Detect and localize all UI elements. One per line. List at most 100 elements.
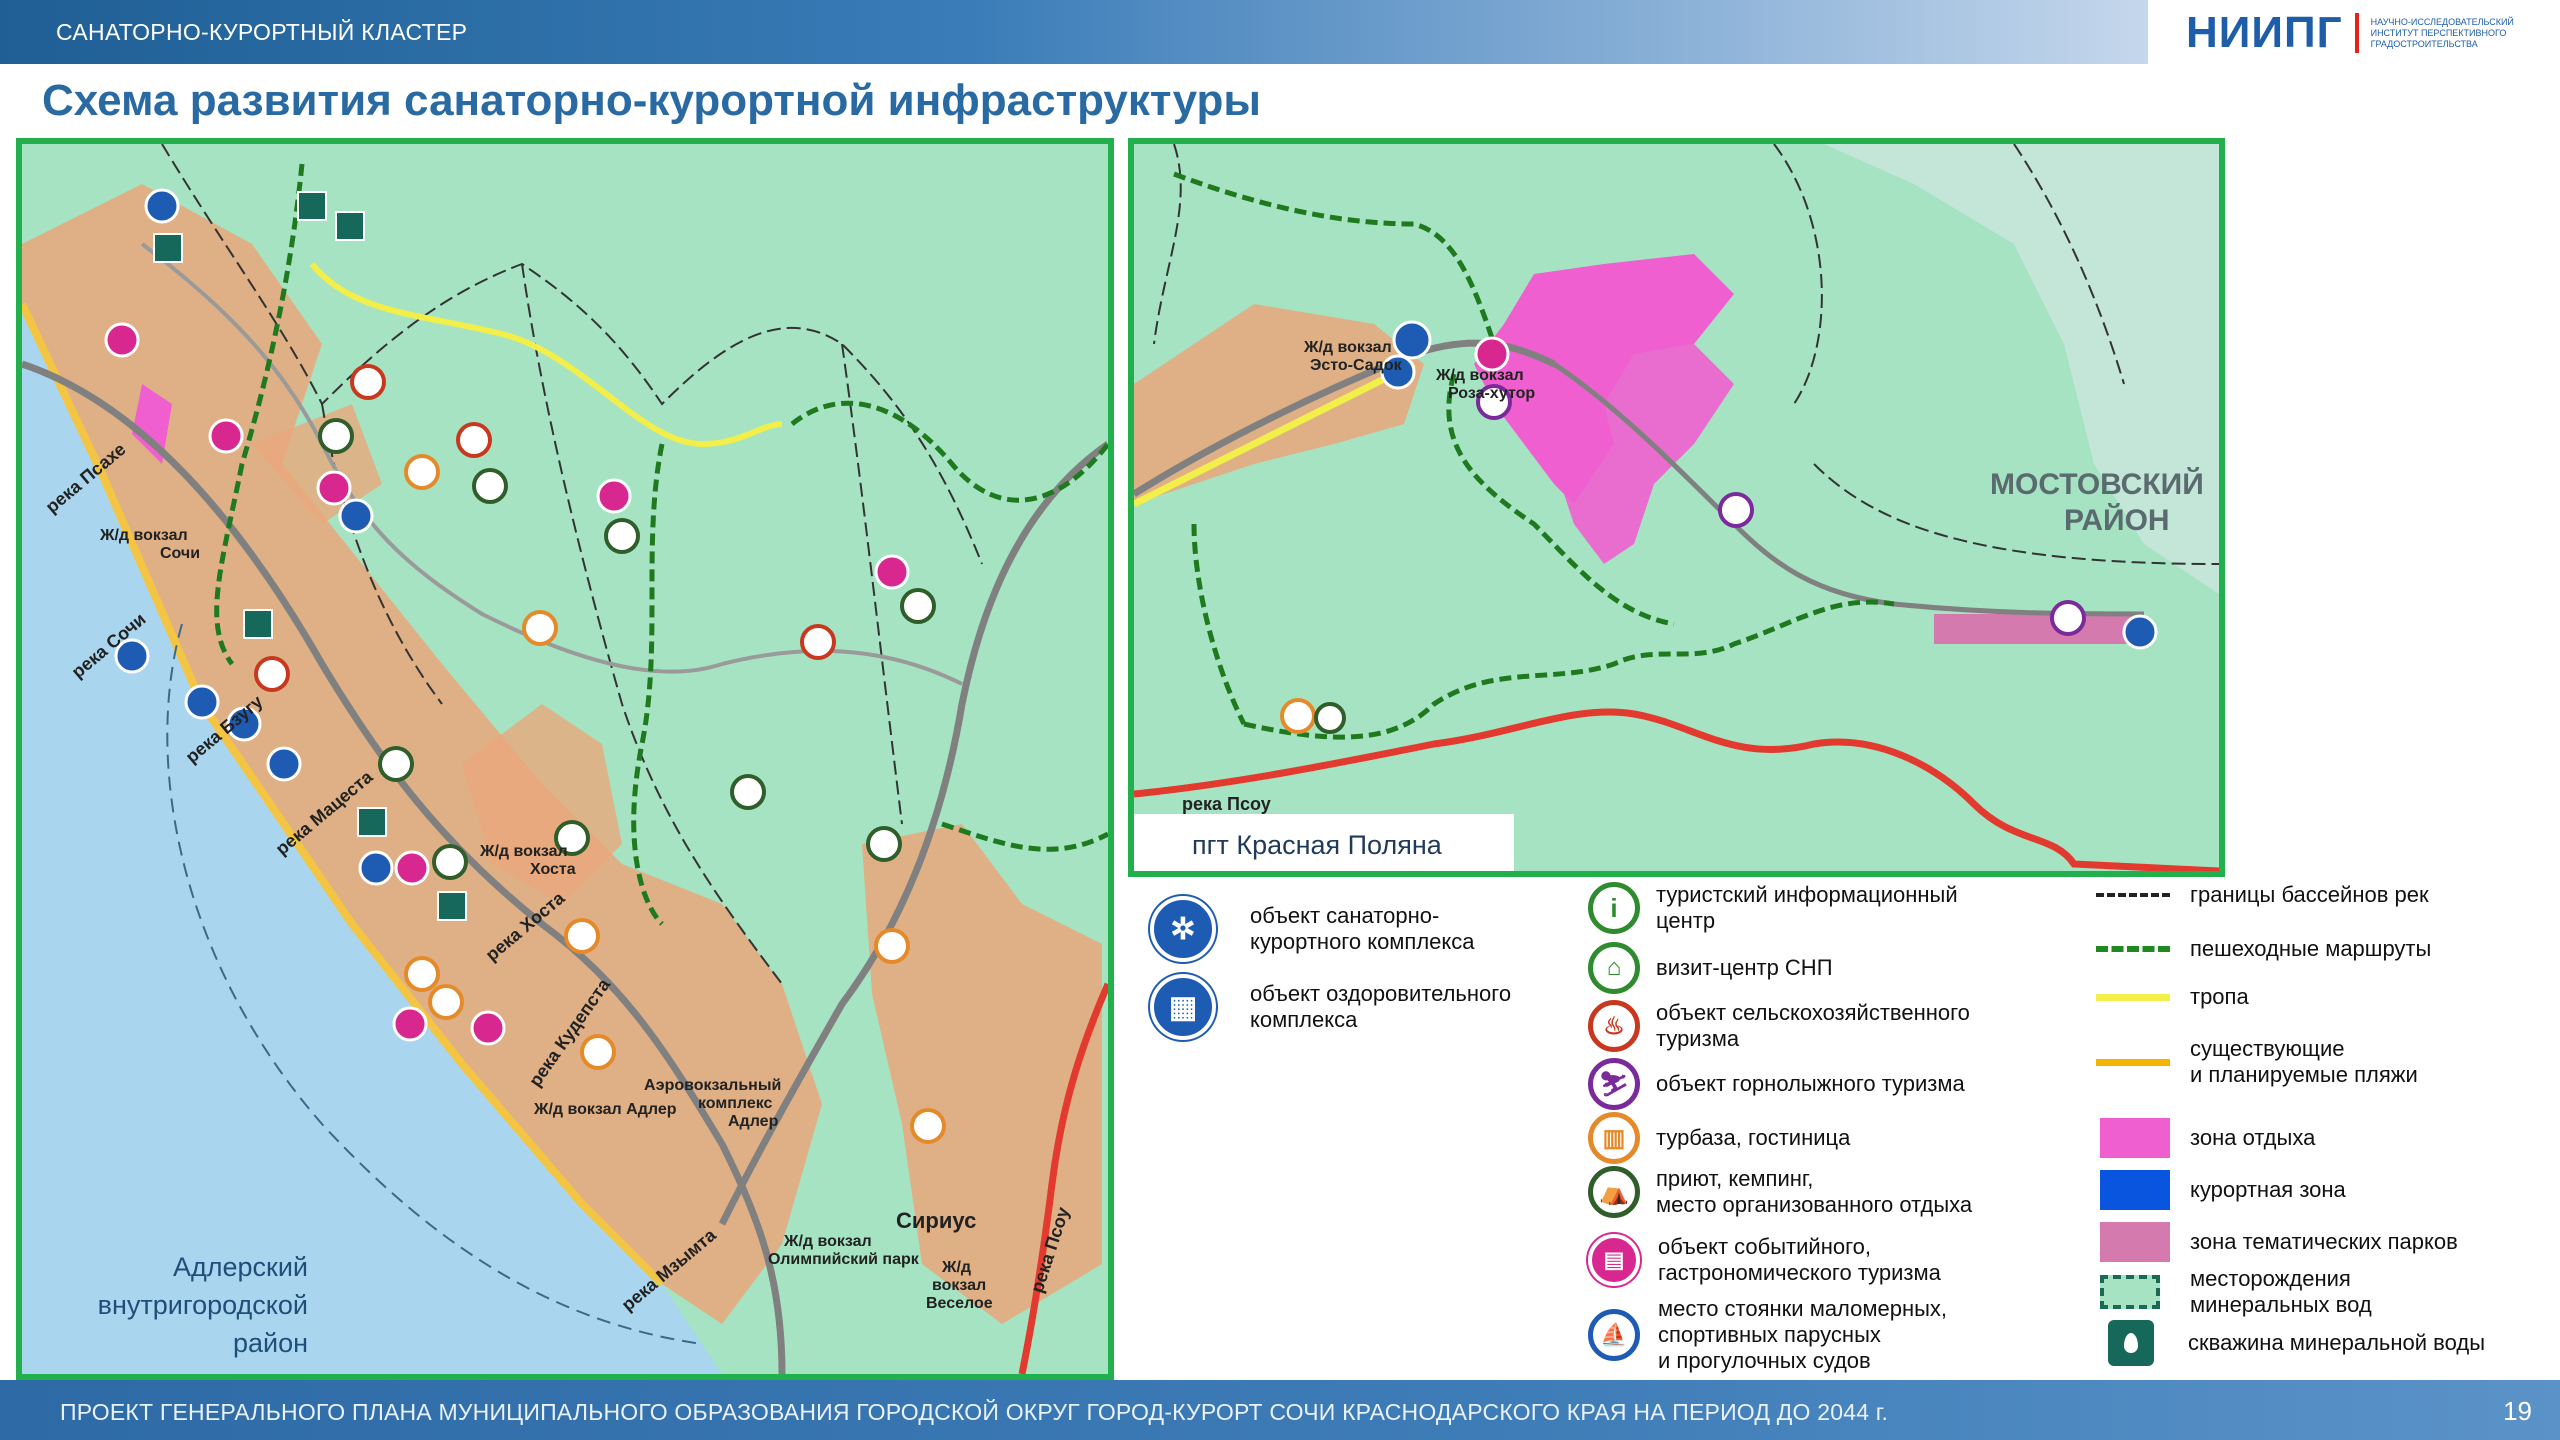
ski-icon: ⛷ [1588, 1058, 1640, 1110]
resort-zone-swatch [2100, 1170, 2170, 1210]
visit-center-icon: ⌂ [1588, 942, 1640, 994]
footer-text: ПРОЕКТ ГЕНЕРАЛЬНОГО ПЛАНА МУНИЦИПАЛЬНОГО… [60, 1399, 1889, 1425]
legend-sanatorium: ✲ объект санаторно-курортного комплекса [1150, 896, 1475, 962]
district-label-line1: Адлерский [173, 1252, 308, 1282]
health-complex-marker[interactable] [184, 684, 220, 720]
river-label: река Псоу [1182, 794, 1271, 814]
agro-marker[interactable] [800, 624, 836, 660]
legend-label: месторождения минеральных вод [2190, 1266, 2372, 1317]
legend-label: существующие и планируемые пляжи [2190, 1036, 2418, 1087]
camping-marker[interactable] [604, 518, 640, 554]
map-sochi-adler-canvas: река Псахе река Сочи река Бзугу река Мац… [22, 144, 1108, 1374]
map-caption: пгт Красная Поляна [1192, 830, 1443, 860]
legend-label: тропа [2190, 984, 2249, 1009]
health-complex-marker[interactable] [358, 850, 394, 886]
mineral-well-marker[interactable] [357, 807, 387, 837]
region-label: РАЙОН [2064, 503, 2170, 537]
theme-park-zone [1934, 614, 2144, 644]
legend-visit-center: ⌂ визит-центр СНП [1588, 942, 1833, 994]
hotel-marker[interactable] [522, 610, 558, 646]
map-sochi-adler: река Псахе река Сочи река Бзугу река Мац… [16, 138, 1114, 1380]
camping-marker[interactable] [1314, 702, 1346, 734]
event-marker[interactable] [394, 850, 430, 886]
event-marker[interactable] [104, 322, 140, 358]
mineral-well-marker[interactable] [335, 211, 365, 241]
agro-marker[interactable] [456, 422, 492, 458]
map-krasnaya-polyana: Ж/д вокзал Эсто-Садок Ж/д вокзал Роза-ху… [1128, 138, 2225, 877]
station-label: Эсто-Садок [1310, 357, 1403, 374]
airport-label: Аэровокзальный [644, 1077, 781, 1094]
airport-label: комплекс [698, 1095, 773, 1112]
agro-tourism-icon: ♨ [1588, 1000, 1640, 1052]
logo-divider [2354, 13, 2359, 53]
event-marker[interactable] [874, 554, 910, 590]
event-icon: ▤ [1588, 1234, 1640, 1286]
mineral-well-marker[interactable] [437, 891, 467, 921]
station-label: Веселое [926, 1295, 993, 1312]
camping-marker[interactable] [472, 468, 508, 504]
event-marker[interactable] [1474, 336, 1510, 372]
hotel-marker[interactable] [564, 918, 600, 954]
camping-marker[interactable] [730, 774, 766, 810]
event-marker[interactable] [208, 418, 244, 454]
hotel-marker[interactable] [874, 928, 910, 964]
footer-bar: ПРОЕКТ ГЕНЕРАЛЬНОГО ПЛАНА МУНИЦИПАЛЬНОГО… [0, 1380, 2560, 1440]
hotel-marker[interactable] [910, 1108, 946, 1144]
health-complex-icon: ▦ [1150, 974, 1216, 1040]
legend-label: объект горнолыжного туризма [1656, 1071, 1965, 1096]
page-title: Схема развития санаторно-курортной инфра… [42, 76, 1261, 125]
health-complex-marker[interactable] [338, 498, 374, 534]
legend-label: туристский информационный центр [1656, 882, 1958, 933]
legend-label: пешеходные маршруты [2190, 936, 2432, 961]
camping-marker[interactable] [432, 844, 468, 880]
agro-marker[interactable] [350, 364, 386, 400]
health-complex-marker[interactable] [2122, 614, 2158, 650]
camping-marker[interactable] [378, 746, 414, 782]
legend-info-center: i туристский информационный центр [1588, 882, 1958, 934]
legend-label: зона тематических парков [2190, 1229, 2458, 1254]
mineral-well-marker[interactable] [243, 609, 273, 639]
map-krasnaya-polyana-canvas: Ж/д вокзал Эсто-Садок Ж/д вокзал Роза-ху… [1134, 144, 2219, 871]
ski-marker[interactable] [1718, 492, 1754, 528]
hotel-marker[interactable] [428, 984, 464, 1020]
legend-label: визит-центр СНП [1656, 955, 1833, 980]
mineral-well-marker[interactable] [297, 191, 327, 221]
hotel-marker[interactable] [1280, 698, 1316, 734]
theme-park-swatch [2100, 1222, 2170, 1262]
camping-marker[interactable] [866, 826, 902, 862]
camping-icon: ⛺ [1588, 1166, 1640, 1218]
legend-label: турбаза, гостиница [1656, 1125, 1851, 1150]
cluster-label: САНАТОРНО-КУРОРТНЫЙ КЛАСТЕР [56, 19, 468, 45]
sirius-label: Сириус [896, 1208, 976, 1233]
event-marker[interactable] [316, 470, 352, 506]
mineral-well-icon [2108, 1320, 2154, 1366]
legend-boat: ⛵ место стоянки маломерных, спортивных па… [1588, 1296, 1947, 1374]
station-label: Ж/д вокзал [1435, 367, 1524, 384]
sanatorium-marker[interactable] [1392, 320, 1432, 360]
legend-label: объект сельскохозяйственного туризма [1656, 1000, 1970, 1051]
camping-marker[interactable] [900, 588, 936, 624]
station-label: Олимпийский парк [768, 1251, 920, 1268]
district-label-line3: район [233, 1328, 308, 1358]
hotel-marker[interactable] [404, 454, 440, 490]
agro-marker[interactable] [254, 656, 290, 692]
legend-trail: тропа [2096, 984, 2249, 1010]
legend-label: курортная зона [2190, 1177, 2346, 1202]
legend-label: объект событийного, гастрономического тур… [1658, 1234, 1941, 1285]
hotel-marker[interactable] [580, 1034, 616, 1070]
legend-label: границы бассейнов рек [2190, 882, 2429, 907]
health-complex-marker[interactable] [144, 188, 180, 224]
ski-marker[interactable] [2050, 600, 2086, 636]
camping-marker[interactable] [318, 418, 354, 454]
logo-subtitle: НАУЧНО-ИССЛЕДОВАТЕЛЬСКИЙ ИНСТИТУТ ПЕРСПЕ… [2370, 16, 2514, 49]
legend-label: зона отдыха [2190, 1125, 2316, 1150]
mineral-well-marker[interactable] [153, 233, 183, 263]
event-marker[interactable] [470, 1010, 506, 1046]
logo: НИИПГ НАУЧНО-ИССЛЕДОВАТЕЛЬСКИЙ ИНСТИТУТ … [2186, 8, 2560, 58]
hotel-marker[interactable] [404, 956, 440, 992]
station-label: Ж/д вокзал [99, 527, 188, 544]
sanatorium-marker[interactable] [266, 746, 302, 782]
boat-icon: ⛵ [1588, 1309, 1640, 1361]
event-marker[interactable] [392, 1006, 428, 1042]
event-marker[interactable] [596, 478, 632, 514]
